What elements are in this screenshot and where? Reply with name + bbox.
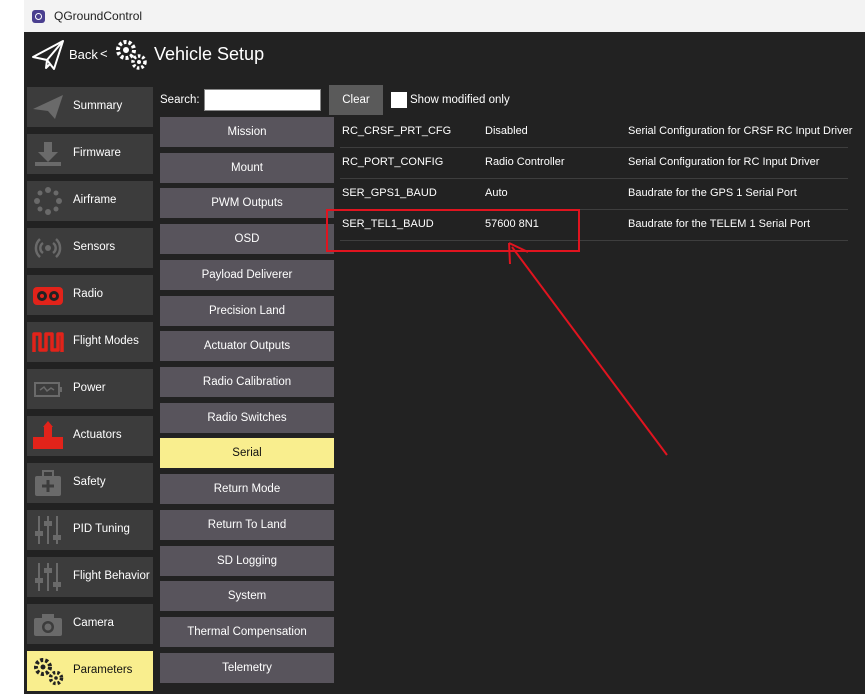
sidebar-item-power[interactable]: Power [27,369,153,409]
param-description: Baudrate for the GPS 1 Serial Port [628,187,797,199]
param-name: RC_CRSF_PRT_CFG [342,125,452,137]
window-titlebar: QGroundControl [24,0,865,33]
param-row[interactable]: SER_GPS1_BAUD Auto Baudrate for the GPS … [340,178,848,210]
group-precision-land[interactable]: Precision Land [160,296,334,326]
sidebar-item-flight-modes[interactable]: Flight Modes [27,322,153,362]
sidebar-item-label: Summary [73,100,123,112]
sliders-icon [35,516,61,544]
group-serial[interactable]: Serial [160,438,334,468]
sidebar-item-parameters[interactable]: Parameters [27,651,153,691]
paper-plane-icon[interactable] [30,37,66,73]
sidebar-item-label: Safety [73,476,106,488]
toolbar: Back < Vehicle Setup [24,32,865,80]
sidebar-item-firmware[interactable]: Firmware [27,134,153,174]
radio-icon [33,287,63,305]
sidebar-item-label: Power [73,382,106,394]
sidebar-item-airframe[interactable]: Airframe [27,181,153,221]
group-osd[interactable]: OSD [160,224,334,254]
sidebar-item-camera[interactable]: Camera [27,604,153,644]
sidebar-item-actuators[interactable]: Actuators [27,416,153,456]
group-radio-calibration[interactable]: Radio Calibration [160,367,334,397]
safety-icon [35,470,61,496]
sidebar-item-label: PID Tuning [73,523,130,535]
param-name: RC_PORT_CONFIG [342,156,444,168]
window-title: QGroundControl [54,9,143,23]
sidebar-item-flight-behavior[interactable]: Flight Behavior [27,557,153,597]
sidebar-item-label: Parameters [73,664,133,676]
sliders-icon [35,563,61,591]
sidebar-item-label: Flight Behavior [73,570,150,582]
sidebar-item-label: Radio [73,288,104,300]
group-radio-switches[interactable]: Radio Switches [160,403,334,433]
breadcrumb-separator: < [100,46,108,61]
group-sd-logging[interactable]: SD Logging [160,546,334,576]
sidebar-item-summary[interactable]: Summary [27,87,153,127]
param-value: Auto [485,187,508,199]
group-return-to-land[interactable]: Return To Land [160,510,334,540]
group-thermal-compensation[interactable]: Thermal Compensation [160,617,334,647]
show-modified-checkbox[interactable] [391,92,407,108]
flight-modes-icon [32,332,64,352]
group-telemetry[interactable]: Telemetry [160,653,334,683]
group-return-mode[interactable]: Return Mode [160,474,334,504]
param-value: Radio Controller [485,156,565,168]
sidebar-item-label: Camera [73,617,114,629]
group-mount[interactable]: Mount [160,153,334,183]
actuators-icon [33,421,63,449]
group-actuator-outputs[interactable]: Actuator Outputs [160,331,334,361]
clear-button[interactable]: Clear [329,85,383,115]
param-name: SER_GPS1_BAUD [342,187,437,199]
gears-icon [34,658,64,686]
show-modified-label: Show modified only [410,94,510,106]
download-icon [35,142,61,166]
search-input[interactable] [204,89,321,111]
group-payload-deliverer[interactable]: Payload Deliverer [160,260,334,290]
app-logo-icon [32,10,45,23]
param-description: Serial Configuration for RC Input Driver [628,156,820,168]
sidebar-item-safety[interactable]: Safety [27,463,153,503]
sidebar-item-label: Airframe [73,194,117,206]
plane-icon [33,95,63,119]
sidebar-item-label: Actuators [73,429,122,441]
app-content: Back < Vehicle Setup Summary Firmware Ai… [24,32,865,694]
group-system[interactable]: System [160,581,334,611]
param-description: Serial Configuration for CRSF RC Input D… [628,125,853,137]
sidebar-item-label: Firmware [73,147,121,159]
sidebar-item-pid-tuning[interactable]: PID Tuning [27,510,153,550]
battery-icon [34,382,62,397]
param-row[interactable]: RC_CRSF_PRT_CFG Disabled Serial Configur… [340,116,852,148]
param-row[interactable]: RC_PORT_CONFIG Radio Controller Serial C… [340,147,848,179]
annotation-highlight-box [326,209,580,252]
sidebar-item-label: Sensors [73,241,116,253]
sidebar-item-sensors[interactable]: Sensors [27,228,153,268]
back-button[interactable]: Back [69,47,98,62]
page-title: Vehicle Setup [154,44,265,64]
gears-icon [116,40,147,70]
group-pwm-outputs[interactable]: PWM Outputs [160,188,334,218]
sidebar-item-radio[interactable]: Radio [27,275,153,315]
param-description: Baudrate for the TELEM 1 Serial Port [628,218,810,230]
group-mission[interactable]: Mission [160,117,334,147]
sidebar-item-label: Flight Modes [73,335,139,347]
camera-icon [34,614,62,636]
sensors-icon [34,238,62,258]
search-label: Search: [160,94,200,106]
param-value: Disabled [485,125,528,137]
airframe-icon [34,187,62,215]
